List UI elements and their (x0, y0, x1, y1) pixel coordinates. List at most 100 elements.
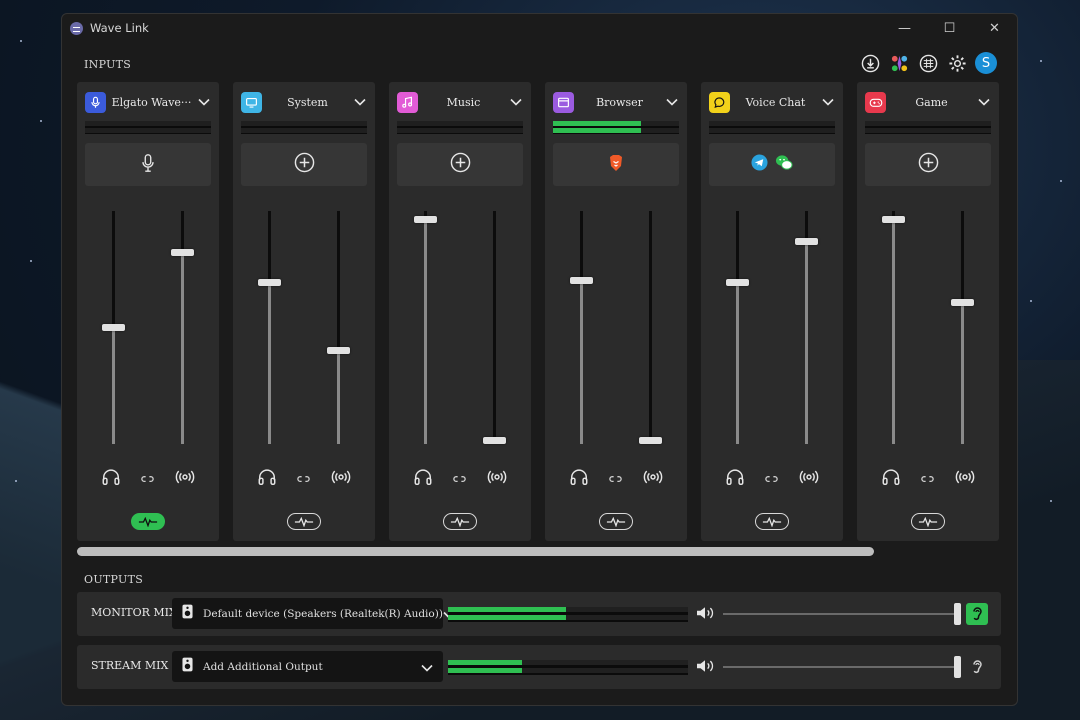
effects-toggle[interactable] (287, 513, 321, 530)
monitor-volume-knob[interactable] (258, 278, 281, 286)
link-icon[interactable] (920, 469, 935, 488)
ear-icon[interactable] (966, 656, 988, 678)
broadcast-icon[interactable] (330, 468, 352, 490)
channel-routing (233, 467, 375, 490)
monitor-volume-knob[interactable] (882, 215, 905, 223)
monitor-volume-slider[interactable] (882, 211, 905, 444)
level-bar-left (397, 121, 523, 126)
output-volume-slider[interactable] (723, 666, 959, 668)
stream-volume-slider[interactable] (639, 211, 662, 444)
stream-volume-knob[interactable] (951, 299, 974, 307)
output-volume-knob[interactable] (954, 603, 961, 625)
channel-header: Voice Chat (709, 91, 835, 113)
broadcast-icon[interactable] (798, 468, 820, 490)
broadcast-icon[interactable] (954, 468, 976, 490)
ear-icon[interactable] (966, 603, 988, 625)
chevron-down-icon[interactable] (665, 98, 679, 106)
input-channel: Browser (545, 82, 687, 541)
stream-volume-knob[interactable] (327, 346, 350, 354)
stream-volume-fill (337, 350, 340, 444)
chevron-down-icon[interactable] (197, 98, 211, 106)
user-avatar[interactable]: S (975, 52, 997, 74)
inputs-heading: INPUTS (84, 58, 132, 71)
broadcast-icon[interactable] (174, 468, 196, 490)
stream-volume-knob[interactable] (795, 238, 818, 246)
waveform-icon (294, 512, 314, 531)
stream-volume-knob[interactable] (171, 249, 194, 257)
add-icon[interactable] (450, 152, 471, 177)
channel-source-area[interactable] (709, 143, 835, 186)
volume-icon[interactable] (695, 658, 715, 678)
stream-volume-slider[interactable] (795, 211, 818, 444)
effects-toggle[interactable] (443, 513, 477, 530)
channel-source-area[interactable] (553, 143, 679, 186)
effects-toggle[interactable] (131, 513, 165, 530)
add-icon[interactable] (294, 152, 315, 177)
add-icon[interactable] (918, 152, 939, 177)
headphones-icon[interactable] (569, 467, 589, 490)
stream-volume-slider[interactable] (483, 211, 506, 444)
download-icon[interactable] (859, 52, 881, 74)
channel-source-area[interactable] (865, 143, 991, 186)
network-icon[interactable] (917, 52, 939, 74)
waveform-icon (606, 512, 626, 531)
waveform-icon (762, 512, 782, 531)
stream-volume-slider[interactable] (327, 211, 350, 444)
output-volume-slider[interactable] (723, 613, 959, 615)
marketplace-icon[interactable] (888, 52, 910, 74)
broadcast-icon[interactable] (642, 468, 664, 490)
effects-toggle[interactable] (599, 513, 633, 530)
channel-source-area[interactable] (397, 143, 523, 186)
headphones-icon[interactable] (725, 467, 745, 490)
chevron-down-icon[interactable] (421, 657, 433, 676)
maximize-button[interactable]: ☐ (927, 14, 972, 42)
channel-source-area[interactable] (85, 143, 211, 186)
monitor-volume-knob[interactable] (414, 215, 437, 223)
monitor-volume-slider[interactable] (258, 211, 281, 444)
monitor-volume-knob[interactable] (570, 276, 593, 284)
effects-toggle[interactable] (911, 513, 945, 530)
chevron-down-icon[interactable] (353, 98, 367, 106)
chevron-down-icon[interactable] (509, 98, 523, 106)
output-device-select[interactable]: Default device (Speakers (Realtek(R) Aud… (172, 598, 455, 629)
close-button[interactable]: ✕ (972, 14, 1017, 42)
output-device-select[interactable]: Add Additional Output (172, 651, 443, 682)
wave-link-logo-icon (70, 21, 83, 35)
headphones-icon[interactable] (101, 467, 121, 490)
chevron-down-icon[interactable] (977, 98, 991, 106)
minimize-button[interactable]: — (882, 14, 927, 42)
gear-icon[interactable] (946, 52, 968, 74)
headphones-icon[interactable] (257, 467, 277, 490)
monitor-volume-fill (580, 278, 583, 444)
channel-level-meter (397, 121, 523, 134)
stream-volume-slider[interactable] (951, 211, 974, 444)
headphones-icon[interactable] (881, 467, 901, 490)
effects-toggle[interactable] (755, 513, 789, 530)
monitor-volume-slider[interactable] (570, 211, 593, 444)
monitor-volume-slider[interactable] (102, 211, 125, 444)
link-icon[interactable] (452, 469, 467, 488)
horizontal-scrollbar[interactable] (77, 547, 874, 556)
stream-volume-slider[interactable] (171, 211, 194, 444)
headphones-icon[interactable] (413, 467, 433, 490)
broadcast-icon[interactable] (486, 468, 508, 490)
link-icon[interactable] (764, 469, 779, 488)
monitor-volume-knob[interactable] (102, 324, 125, 331)
stream-volume-knob[interactable] (639, 437, 662, 444)
link-icon[interactable] (140, 469, 155, 488)
microphone-icon (85, 91, 106, 113)
link-icon[interactable] (608, 469, 623, 488)
monitor-volume-slider[interactable] (726, 211, 749, 444)
volume-icon[interactable] (695, 605, 715, 625)
link-icon[interactable] (296, 469, 311, 488)
output-volume-knob[interactable] (954, 656, 961, 678)
chevron-down-icon[interactable] (821, 98, 835, 106)
channel-header: System (241, 91, 367, 113)
output-level-bar (448, 615, 688, 620)
monitor-volume-slider[interactable] (414, 211, 437, 444)
channel-level-meter (709, 121, 835, 134)
channel-source-area[interactable] (241, 143, 367, 186)
output-label: STREAM MIX (91, 659, 169, 672)
monitor-volume-knob[interactable] (726, 278, 749, 286)
stream-volume-knob[interactable] (483, 437, 506, 444)
